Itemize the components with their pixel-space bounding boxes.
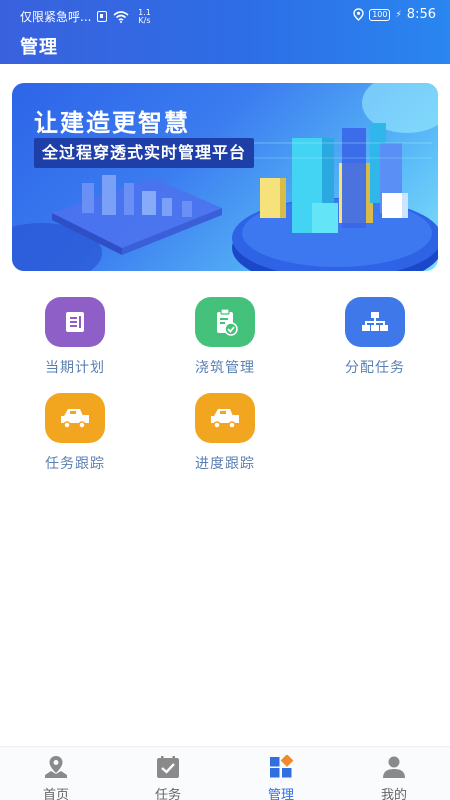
charging-icon: ⚡ [395, 9, 402, 20]
menu-item-label: 当期计划 [45, 360, 105, 376]
tab-tasks[interactable]: 任务 [128, 755, 208, 800]
tab-label: 任务 [154, 788, 181, 800]
banner[interactable]: 让建造更智慧 全过程穿透式实时管理平台 [12, 83, 438, 271]
menu-item-label: 进度跟踪 [195, 456, 255, 472]
page-title: 管理 [20, 37, 58, 58]
menu-item-assign-task[interactable]: 分配任务 [320, 297, 430, 377]
location-icon [353, 8, 364, 21]
network-speed: 1.1 K/s [138, 7, 151, 25]
top-app-bar: 仅限紧急呼... 1.1 K/s 100 ⚡ 8:56 管理 [0, 0, 450, 64]
sim-icon [97, 11, 108, 22]
clipboard-check-icon [195, 297, 255, 347]
menu-item-label: 分配任务 [345, 360, 405, 376]
status-bar: 仅限紧急呼... 1.1 K/s 100 ⚡ 8:56 [0, 0, 450, 30]
grid-icon [270, 754, 294, 778]
tab-management[interactable]: 管理 [241, 754, 321, 800]
bottom-tab-bar: 首页 任务 管理 我的 [0, 746, 450, 800]
menu-item-label: 任务跟踪 [45, 456, 105, 472]
user-icon [383, 756, 405, 778]
carrier-text: 仅限紧急呼... [20, 10, 92, 24]
truck-icon [45, 393, 105, 443]
wifi-icon [113, 10, 129, 23]
document-icon [45, 297, 105, 347]
tab-label: 我的 [380, 788, 407, 800]
banner-title: 让建造更智慧 [34, 109, 190, 137]
menu-item-pour-management[interactable]: 浇筑管理 [170, 297, 280, 377]
menu-item-label: 浇筑管理 [195, 360, 255, 376]
menu-item-progress-tracking[interactable]: 进度跟踪 [170, 393, 280, 473]
calendar-check-icon [157, 756, 179, 778]
tab-me[interactable]: 我的 [354, 755, 434, 800]
org-chart-icon [345, 297, 405, 347]
banner-subtitle: 全过程穿透式实时管理平台 [34, 138, 255, 168]
battery-indicator: 100 [369, 8, 391, 21]
clock: 8:56 [406, 7, 436, 22]
menu-item-current-plan[interactable]: 当期计划 [20, 297, 130, 377]
map-pin-icon [45, 756, 67, 778]
tab-label: 首页 [42, 788, 69, 800]
tab-label: 管理 [267, 788, 294, 800]
tab-home[interactable]: 首页 [16, 755, 96, 800]
truck-icon [195, 393, 255, 443]
menu-item-task-tracking[interactable]: 任务跟踪 [20, 393, 130, 473]
